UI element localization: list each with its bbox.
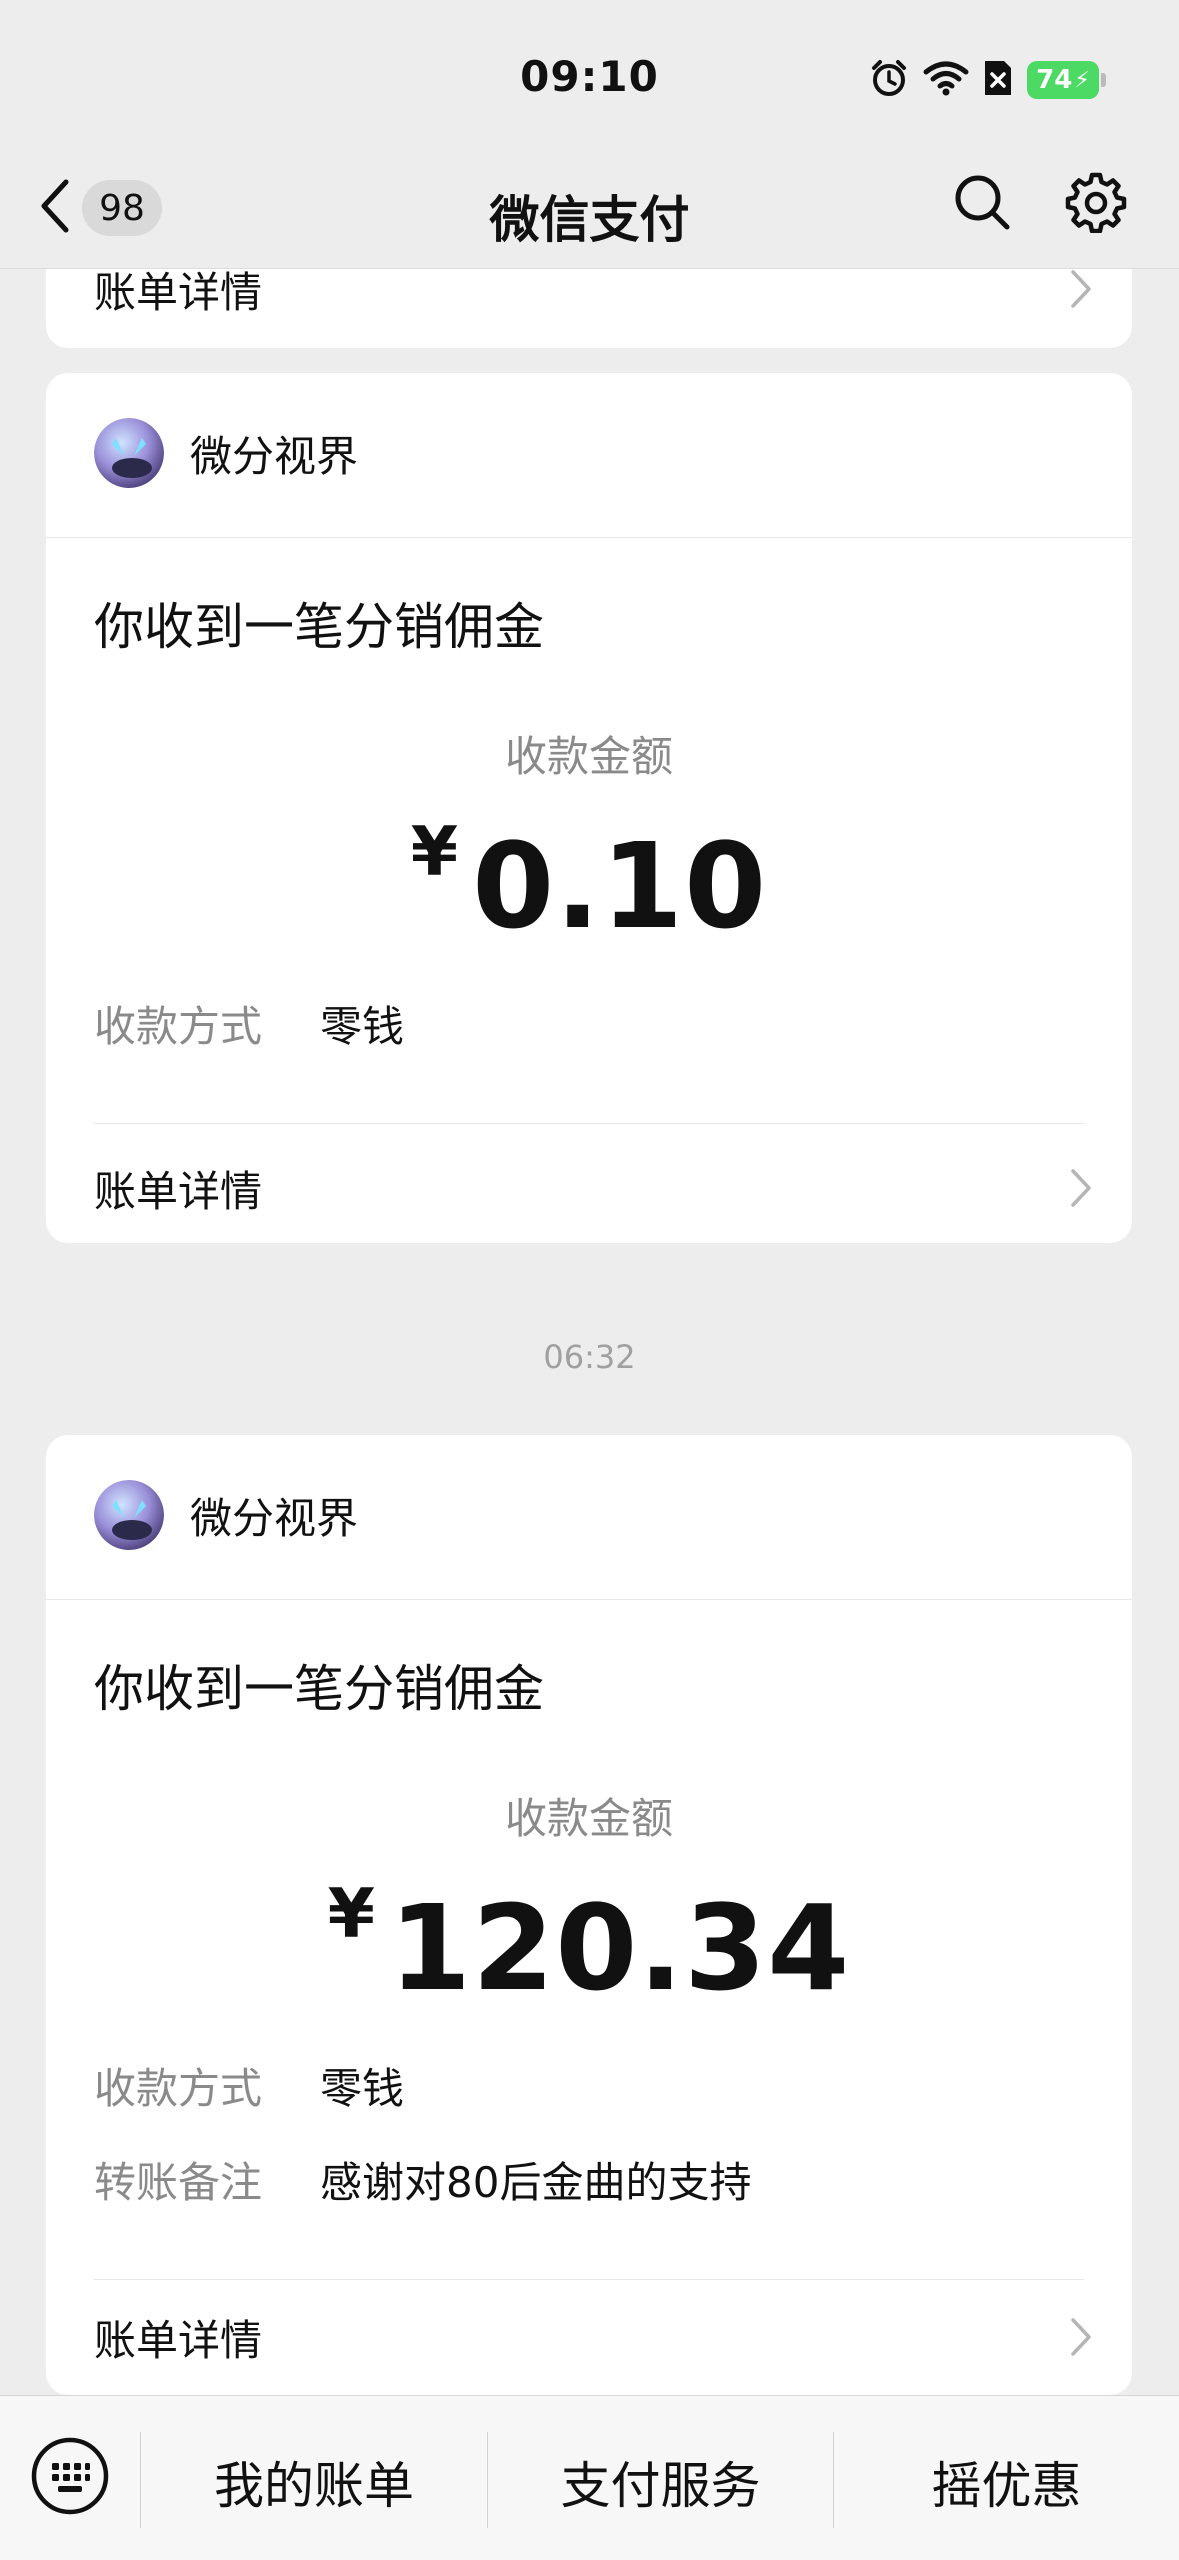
chevron-right-icon — [1066, 1163, 1096, 1213]
menu-payment-services[interactable]: 支付服务 — [488, 2434, 833, 2530]
info-row: 收款方式 零钱 — [94, 993, 404, 1054]
divider — [46, 537, 1132, 538]
search-icon — [952, 172, 1012, 236]
chevron-right-icon — [1066, 2312, 1096, 2362]
info-key: 收款方式 — [94, 2064, 263, 2113]
info-value: 零钱 — [320, 2064, 405, 2113]
amount-value: 0.10 — [472, 817, 768, 955]
menu-shake-deals[interactable]: 摇优惠 — [834, 2434, 1179, 2530]
bill-detail-label: 账单详情 — [94, 2315, 263, 2365]
bottom-menu-bar: 我的账单 支付服务 摇优惠 — [0, 2395, 1179, 2560]
nav-bar: 98 微信支付 — [0, 150, 1179, 269]
info-value: 零钱 — [320, 1002, 405, 1051]
message-title: 你收到一笔分销佣金 — [94, 1660, 544, 1718]
bill-detail-label: 账单详情 — [94, 1166, 263, 1216]
wifi-icon — [923, 60, 969, 100]
info-key: 转账备注 — [94, 2158, 263, 2207]
battery-icon: 74 ⚡ — [1027, 61, 1106, 99]
chevron-right-icon — [1066, 264, 1096, 314]
message-timestamp: 06:32 — [543, 1338, 636, 1376]
amount: ¥0.10 — [46, 813, 1132, 955]
currency-symbol: ¥ — [327, 1875, 375, 1954]
avatar — [94, 1480, 164, 1550]
payment-card: 微分视界 你收到一笔分销佣金 收款金额 ¥120.34 收款方式 零钱 转账备注… — [46, 1435, 1132, 2395]
gear-icon — [1065, 171, 1127, 237]
status-icons: 74 ⚡ — [869, 58, 1106, 102]
divider — [46, 1599, 1132, 1600]
search-button[interactable] — [942, 164, 1022, 244]
bill-detail-row[interactable]: 账单详情 — [94, 1133, 1096, 1243]
info-row: 收款方式 零钱 — [94, 2055, 404, 2116]
keyboard-toggle-button[interactable] — [30, 2436, 110, 2520]
payment-card: 微分视界 你收到一笔分销佣金 收款金额 ¥0.10 收款方式 零钱 账单详情 — [46, 373, 1132, 1243]
amount-label: 收款金额 — [504, 732, 673, 781]
menu-my-bills[interactable]: 我的账单 — [141, 2434, 487, 2530]
keyboard-icon — [30, 2436, 110, 2520]
merchant-row[interactable]: 微分视界 — [94, 1479, 358, 1551]
divider — [94, 1123, 1084, 1124]
avatar — [94, 418, 164, 488]
amount-value: 120.34 — [388, 1879, 851, 2017]
info-row: 转账备注 感谢对80后金曲的支持 — [94, 2149, 751, 2210]
amount-label: 收款金额 — [504, 1794, 673, 1843]
info-key: 收款方式 — [94, 1002, 263, 1051]
battery-level: 74 — [1036, 65, 1073, 95]
settings-button[interactable] — [1056, 164, 1136, 244]
divider — [94, 2279, 1084, 2280]
status-bar: 09:10 74 ⚡ — [0, 0, 1179, 150]
merchant-row[interactable]: 微分视界 — [94, 417, 358, 489]
bill-detail-row[interactable]: 账单详情 — [94, 2287, 1096, 2387]
alarm-icon — [869, 58, 909, 102]
wechat-pay-screen: 09:10 74 ⚡ 98 微信支付 账单详情 微分视界 你收到一笔分销佣金 收… — [0, 0, 1179, 2560]
amount: ¥120.34 — [46, 1875, 1132, 2017]
currency-symbol: ¥ — [410, 813, 459, 892]
merchant-name: 微分视界 — [190, 431, 359, 481]
merchant-name: 微分视界 — [190, 1493, 359, 1543]
info-value: 感谢对80后金曲的支持 — [320, 2158, 752, 2207]
sim-off-icon — [983, 59, 1013, 101]
message-title: 你收到一笔分销佣金 — [94, 598, 544, 656]
